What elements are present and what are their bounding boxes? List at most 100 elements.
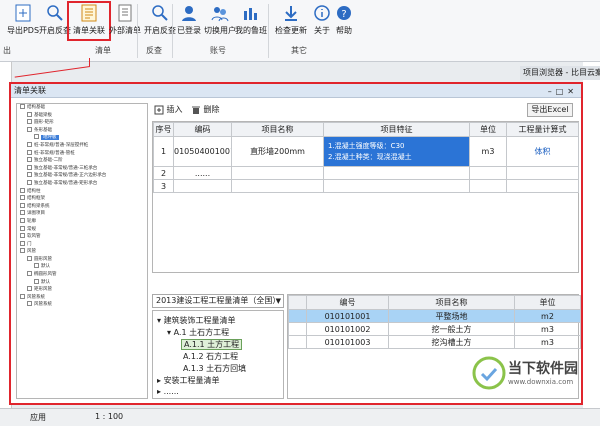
expand-toggle-icon[interactable] [27,271,32,277]
col-header-unit[interactable]: 单位 [469,122,507,137]
table-row[interactable]: 2 ...... [153,166,579,180]
col-header-formula[interactable]: 工程量计算式 [506,122,579,137]
col-header-name[interactable]: 项目名称 [388,295,515,310]
category-tree[interactable]: 结构基础 基础梁板 圆形-矩形 条形基础 地坪板 桩-非常规/普通-深层搅拌桩 桩-非常规/… [16,103,148,399]
expand-toggle-icon[interactable] [27,286,32,292]
tree-node[interactable]: 常规 [17,225,147,234]
apply-button[interactable]: 应用 [30,412,46,423]
tree-node[interactable]: ▾ A.1 土石方工程 [167,327,229,338]
tree-node[interactable]: 圆形风管 [17,255,147,264]
minimize-icon[interactable]: – [548,87,556,96]
expand-toggle-icon[interactable] [20,187,25,193]
tree-node[interactable]: 门 [17,240,147,249]
expand-toggle-icon[interactable] [27,111,32,117]
export-excel-button[interactable]: 导出Excel [527,103,573,117]
cell-name[interactable] [231,166,324,180]
tree-node[interactable]: 矩形风管 [17,286,147,294]
expand-toggle-icon[interactable] [20,233,25,239]
tree-node[interactable]: 软风管 [17,233,147,241]
tree-node[interactable]: 结构框架 [17,195,147,203]
expand-toggle-icon[interactable] [27,179,32,185]
expand-toggle-icon[interactable] [20,293,25,299]
tree-node[interactable]: 默认 [17,278,147,287]
expand-toggle-icon[interactable] [27,141,32,147]
expand-toggle-icon[interactable] [34,263,39,269]
cell-formula[interactable] [506,166,579,180]
tree-node[interactable]: 结构梁系统 [17,202,147,211]
tree-node[interactable]: 椭圆形风管 [17,271,147,279]
tree-node-selected[interactable]: A.1.1 土方工程 [181,339,243,350]
col-header-no[interactable]: 序号 [153,122,174,137]
expand-toggle-icon[interactable] [20,210,25,216]
cell-code[interactable]: ...... [173,166,232,180]
tree-node[interactable]: 默认 [17,263,147,271]
tree-node[interactable]: 地坪板 [17,134,147,142]
expand-toggle-icon[interactable] [20,248,25,254]
expand-toggle-icon[interactable] [27,164,32,170]
expand-toggle-icon[interactable] [27,126,32,132]
tree-node[interactable]: 风管系统 [17,301,147,309]
col-header-code[interactable]: 编号 [306,295,389,310]
cell-features[interactable] [323,179,470,193]
help-button[interactable]: ? 帮助 [323,2,365,40]
tree-node[interactable]: 圆形-矩形 [17,119,147,127]
expand-toggle-icon[interactable] [20,225,25,231]
tree-node[interactable]: 独立基础-非常规/普通-矩形承台 [17,179,147,188]
tree-node[interactable]: A.1.3 土石方回填 [183,363,246,374]
expand-toggle-icon[interactable] [34,134,39,140]
bill-catalog-tree[interactable]: ▾ 建筑装饰工程量清单 ▾ A.1 土石方工程 A.1.1 土方工程 A.1.2… [152,310,284,399]
delete-button[interactable]: 删除 [191,104,220,116]
tree-node[interactable]: ▸ ...... [157,387,179,396]
col-header-unit[interactable]: 单位 [514,295,581,310]
expand-toggle-icon[interactable] [27,119,32,125]
expand-toggle-icon[interactable] [34,278,39,284]
cell-unit[interactable] [469,166,507,180]
tree-node[interactable]: ▸ 安装工程量清单 [157,375,220,386]
tree-node[interactable]: 桩-非常规/普通-管桩 [17,149,147,158]
cell-name[interactable]: 直形墙200mm [231,136,324,167]
tree-node[interactable]: 风管系统 [17,293,147,302]
cell-formula[interactable]: 体积 [506,136,579,167]
cell-code[interactable]: 010504001001 [173,136,232,167]
tree-node[interactable]: 基础梁板 [17,111,147,120]
view-scale[interactable]: 1 : 100 [95,412,123,421]
tree-node[interactable]: 桩-非常规/普通-深层搅拌桩 [17,141,147,150]
my-luban-button[interactable]: 我的鲁班 [230,2,272,40]
maximize-icon[interactable]: □ [556,87,568,96]
tree-node[interactable]: 详图项目 [17,210,147,218]
tree-node[interactable]: 独立基础-二阶 [17,157,147,165]
tree-node[interactable]: 轮廓 [17,217,147,226]
tree-node[interactable]: 结构基础 [17,104,147,112]
expand-toggle-icon[interactable] [20,202,25,208]
col-header-code[interactable]: 编码 [173,122,232,137]
expand-toggle-icon[interactable] [27,255,32,261]
tree-node[interactable]: 风管 [17,248,147,256]
col-header-features[interactable]: 项目特征 [323,122,470,137]
table-row[interactable]: 010101001 平整场地 m2 [288,309,581,323]
expand-toggle-icon[interactable] [27,149,32,155]
expand-toggle-icon[interactable] [20,104,25,109]
table-row[interactable]: 1 010504001001 直形墙200mm 1.混凝土强度等级：C30 2.… [153,136,579,167]
insert-button[interactable]: 插入 [154,104,183,116]
table-row[interactable]: 010101003 挖沟槽土方 m3 [288,335,581,349]
cell-unit[interactable] [469,179,507,193]
expand-toggle-icon[interactable] [20,217,25,223]
expand-toggle-icon[interactable] [20,195,25,201]
expand-toggle-icon[interactable] [27,157,32,163]
cell-code[interactable] [173,179,232,193]
tree-node[interactable]: A.1.2 石方工程 [183,351,238,362]
col-header-name[interactable]: 项目名称 [231,122,324,137]
tree-node[interactable]: 独立基础-非常规/普通-正六边形承台 [17,172,147,180]
expand-toggle-icon[interactable] [27,172,32,178]
tree-node[interactable]: ▾ 建筑装饰工程量清单 [157,315,236,326]
cell-formula[interactable] [506,179,579,193]
table-row[interactable]: 010101002 挖一般土方 m3 [288,322,581,336]
bill-standard-select[interactable]: 2013建设工程工程量清单（全国） ▼ [152,294,284,308]
cell-unit[interactable]: m3 [469,136,507,167]
expand-toggle-icon[interactable] [27,301,32,307]
cell-features[interactable]: 1.混凝土强度等级：C30 2.混凝土种类：现浇混凝土 [323,136,470,167]
table-row[interactable]: 3 [153,179,579,193]
cell-name[interactable] [231,179,324,193]
tree-node[interactable]: 结构柱 [17,187,147,196]
tree-node[interactable]: 独立基础-非常规/普通-三桩承台 [17,164,147,173]
